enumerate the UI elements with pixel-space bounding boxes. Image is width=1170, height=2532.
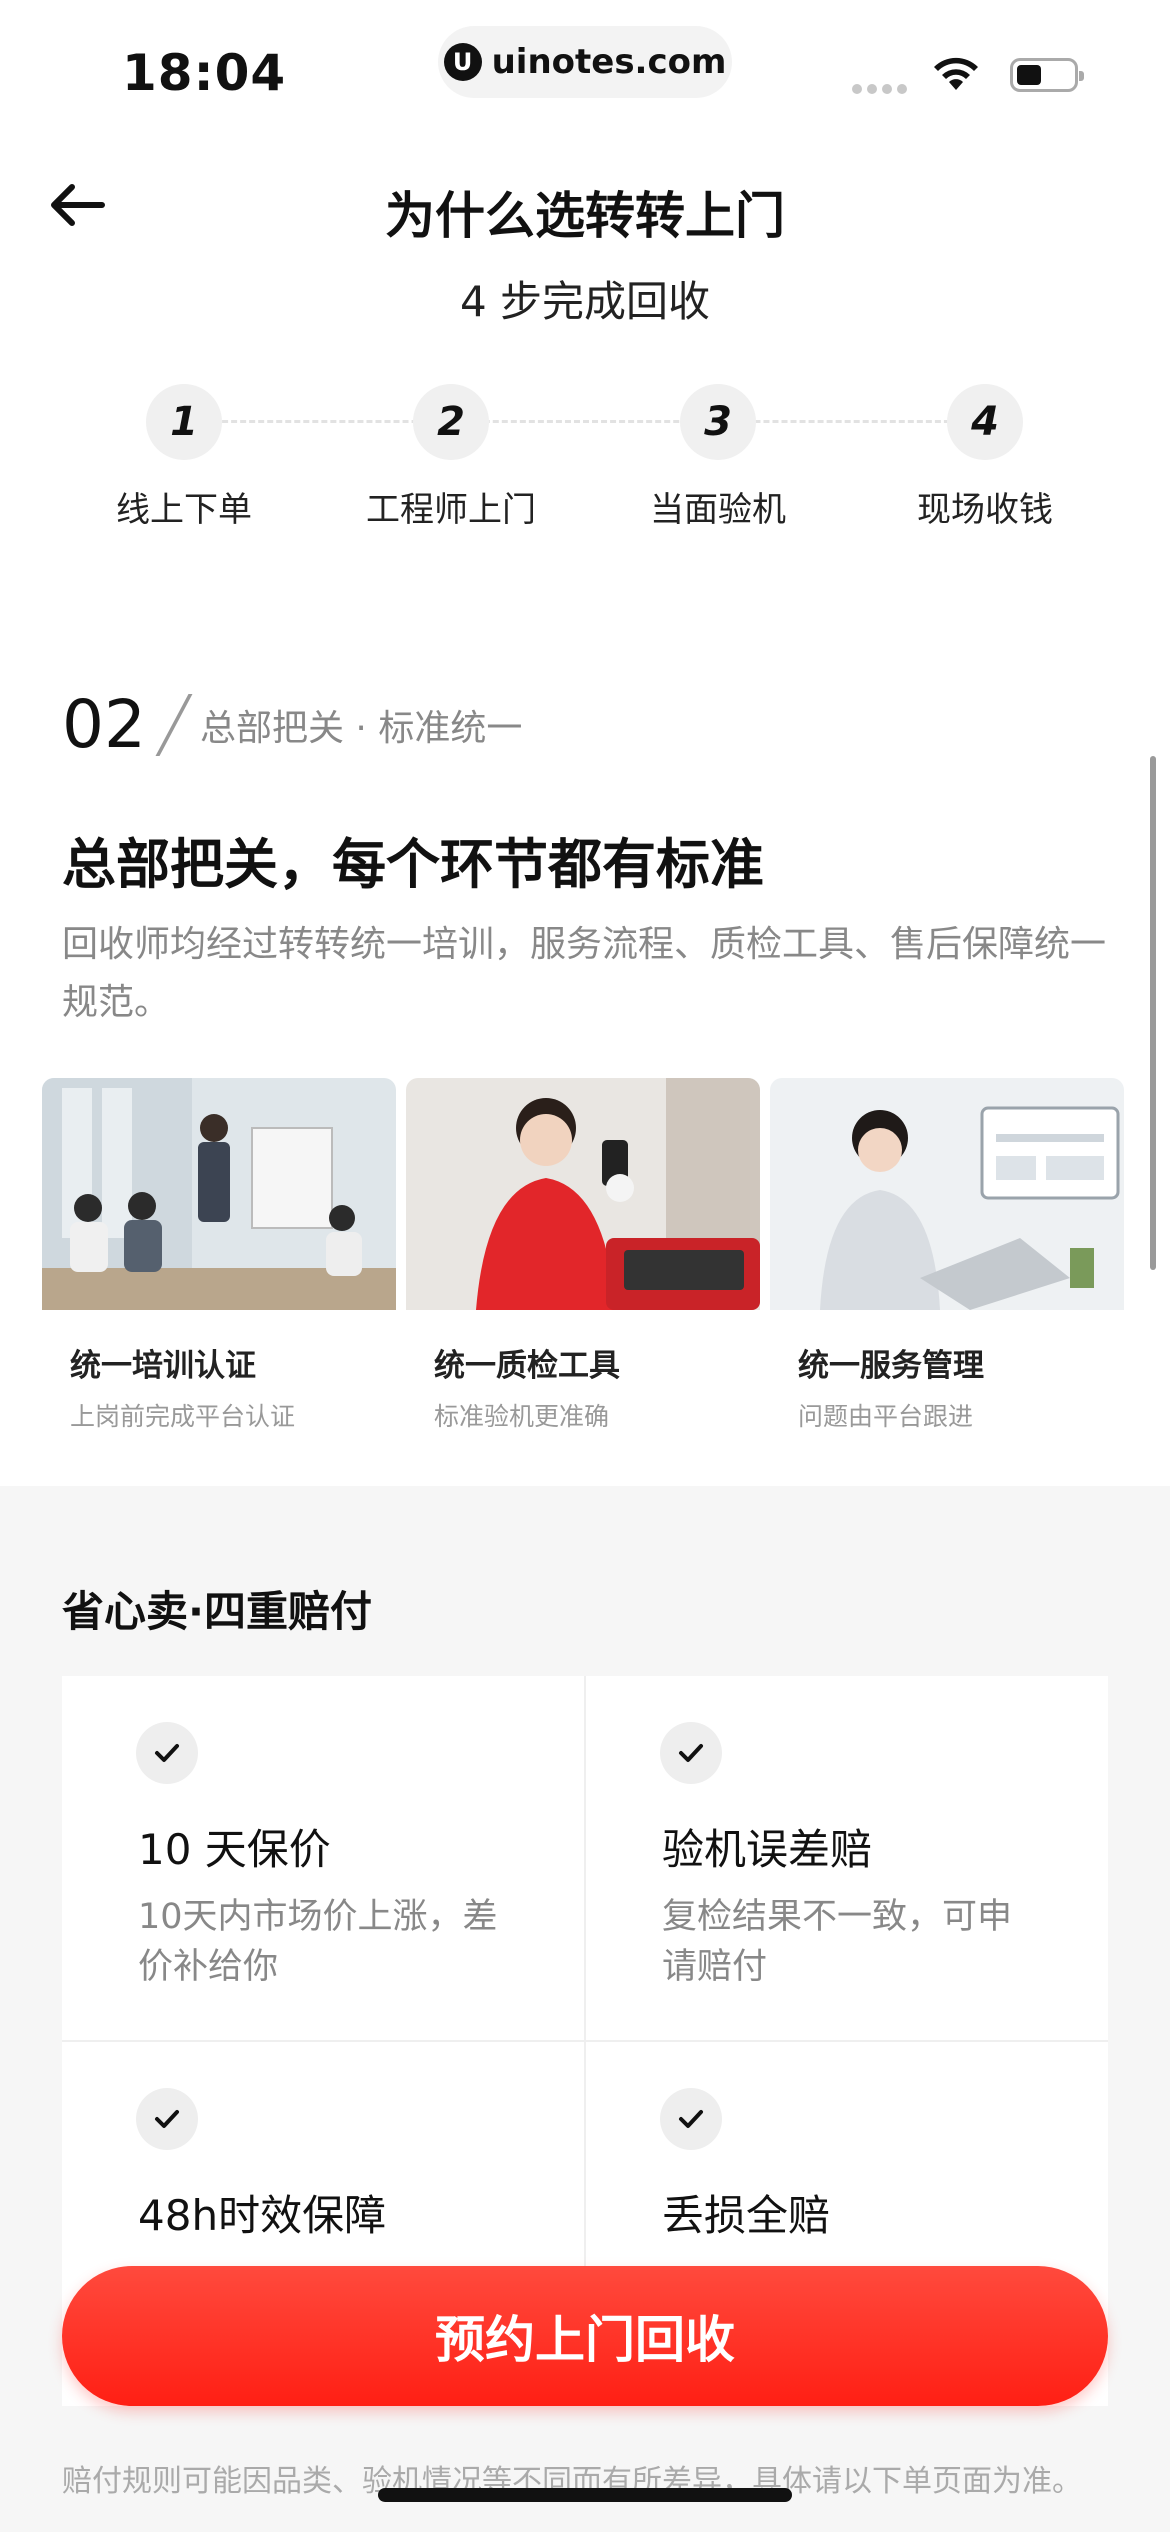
section-header: 02 总部把关 · 标准统一	[62, 686, 522, 763]
compensation-item-title: 10 天保价	[138, 1825, 331, 1874]
status-bar: 18:04 U uinotes.com	[0, 0, 1170, 140]
section-subtitle: 总部把关 · 标准统一	[199, 707, 523, 749]
section-divider	[155, 693, 193, 756]
training-photo	[42, 1078, 396, 1310]
step-label: 当面验机	[650, 490, 786, 530]
feature-card-subtitle: 问题由平台跟进	[798, 1402, 974, 1431]
check-icon	[136, 1722, 198, 1784]
battery-icon	[1010, 58, 1084, 92]
steps-connector	[186, 420, 986, 423]
feature-card-title: 统一服务管理	[798, 1348, 984, 1384]
site-logo-icon: U	[443, 43, 482, 81]
step-label: 工程师上门	[366, 490, 536, 530]
scrollbar[interactable]	[1150, 756, 1156, 1270]
service-photo	[770, 1078, 1124, 1310]
cellular-signal-icon	[852, 84, 907, 94]
steps-title: 4 步完成回收	[459, 277, 711, 326]
step-1: 1 线上下单	[84, 384, 284, 531]
compensation-item: 验机误差赔 复检结果不一致，可申请赔付	[586, 1676, 1108, 2040]
feature-card-inspection[interactable]: 统一质检工具 标准验机更准确	[406, 1078, 760, 1433]
compensation-item-desc: 10天内市场价上涨，差价补给你	[138, 1897, 498, 1987]
compensation-item-title: 48h时效保障	[138, 2191, 387, 2240]
feature-card-service[interactable]: 统一服务管理 问题由平台跟进	[770, 1078, 1124, 1433]
wifi-icon	[934, 57, 978, 90]
step-2: 2 工程师上门	[351, 384, 551, 531]
compensation-item-title: 验机误差赔	[662, 1825, 873, 1874]
feature-card-training[interactable]: 统一培训认证 上岗前完成平台认证	[42, 1078, 396, 1433]
feature-cards: 统一培训认证 上岗前完成平台认证 统一质检工具 标准验机更准确 统一服务管理 问…	[42, 1078, 1124, 1433]
feature-card-title: 统一质检工具	[434, 1348, 620, 1384]
check-icon	[136, 2088, 198, 2150]
url-pill[interactable]: U uinotes.com	[438, 26, 732, 98]
compensation-item: 10 天保价 10天内市场价上涨，差价补给你	[62, 1676, 584, 2040]
step-number: 2	[413, 384, 489, 460]
check-icon	[660, 1722, 722, 1784]
compensation-title: 省心卖·四重赔付	[62, 1587, 372, 1636]
home-indicator[interactable]	[378, 2488, 792, 2502]
compensation-item-title: 丢损全赔	[662, 2191, 831, 2240]
steps-row: 1 线上下单 2 工程师上门 3 当面验机 4 现场收钱	[0, 384, 1170, 544]
feature-card-title: 统一培训认证	[70, 1348, 256, 1384]
step-4: 4 现场收钱	[885, 384, 1085, 531]
step-3: 3 当面验机	[618, 384, 818, 531]
feature-card-subtitle: 标准验机更准确	[434, 1402, 610, 1431]
step-number: 4	[947, 384, 1023, 460]
section-description: 回收师均经过转转统一培训，服务流程、质检工具、售后保障统一规范。	[62, 924, 1107, 1023]
feature-card-subtitle: 上岗前完成平台认证	[70, 1402, 296, 1431]
nav-bar: 为什么选转转上门	[0, 160, 1170, 250]
section-headline: 总部把关，每个环节都有标准	[62, 833, 764, 896]
step-label: 现场收钱	[917, 490, 1053, 530]
page-title: 为什么选转转上门	[385, 187, 785, 245]
step-number: 1	[146, 384, 222, 460]
step-label: 线上下单	[116, 490, 252, 530]
url-text: uinotes.com	[491, 42, 727, 82]
inspection-photo	[406, 1078, 760, 1310]
status-time: 18:04	[122, 44, 287, 102]
step-number: 3	[680, 384, 756, 460]
section-number: 02	[62, 686, 146, 763]
check-icon	[660, 2088, 722, 2150]
compensation-item-desc: 复检结果不一致，可申请赔付	[662, 1897, 1013, 1987]
book-pickup-button[interactable]: 预约上门回收	[62, 2266, 1108, 2406]
